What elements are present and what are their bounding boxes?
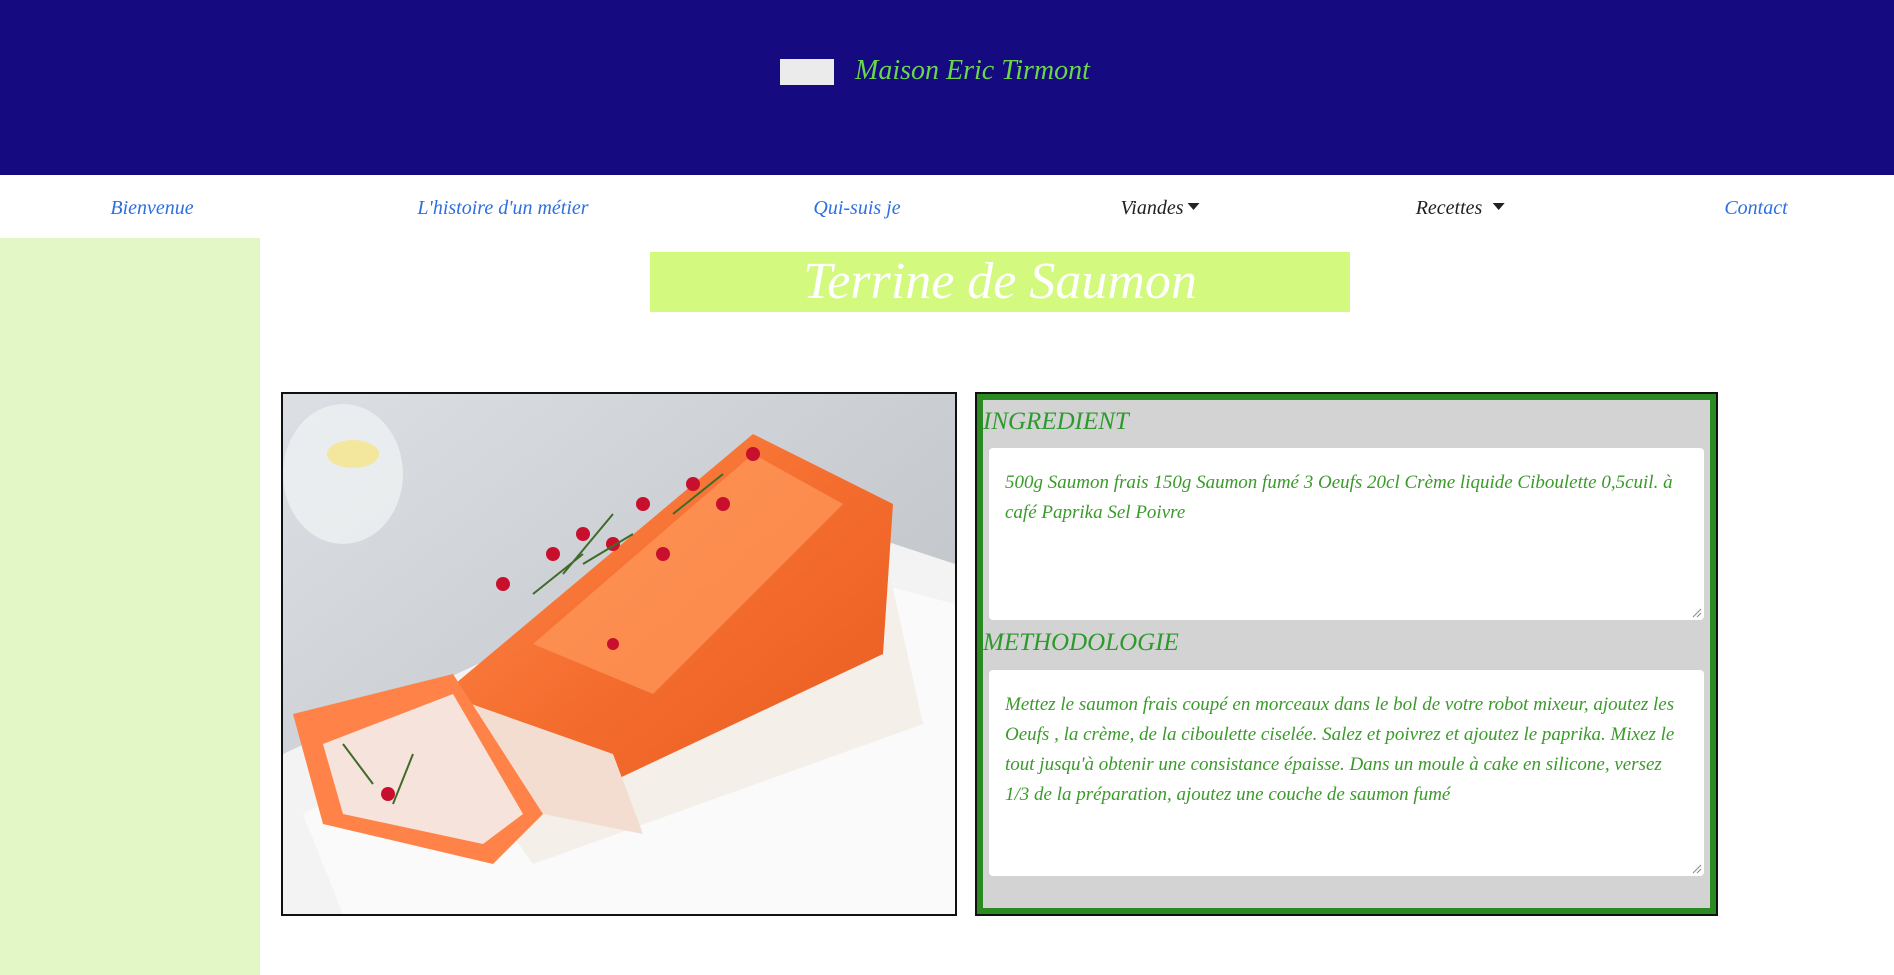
ingredient-label: INGREDIENT [983, 408, 1129, 435]
resize-handle-icon[interactable] [1692, 864, 1702, 874]
page-title: Terrine de Saumon [803, 253, 1197, 310]
page-title-banner: Terrine de Saumon [650, 252, 1350, 312]
main-nav: Bienvenue L'histoire d'un métier Qui-sui… [0, 175, 1894, 238]
salmon-terrine-photo [281, 392, 957, 916]
nav-item-label: Bienvenue [110, 197, 194, 219]
logo-image[interactable] [780, 59, 834, 85]
ingredient-text: 500g Saumon frais 150g Saumon fumé 3 Oeu… [1005, 472, 1673, 523]
nav-item-label: Qui-suis je [813, 197, 901, 219]
methodologie-label: METHODOLOGIE [983, 629, 1179, 656]
methodologie-text: Mettez le saumon frais coupé en morceaux… [1005, 694, 1675, 805]
resize-handle-icon[interactable] [1692, 608, 1702, 618]
nav-item-bienvenue[interactable]: Bienvenue [110, 197, 193, 220]
nav-item-label: Contact [1724, 197, 1788, 219]
ingredient-textarea[interactable]: 500g Saumon frais 150g Saumon fumé 3 Oeu… [989, 448, 1704, 620]
site-title[interactable]: Maison Eric Tirmont [855, 55, 1090, 87]
nav-item-label: L'histoire d'un métier [417, 197, 589, 219]
nav-item-viandes[interactable]: Viandes [1121, 197, 1200, 220]
recipe-panel: INGREDIENT 500g Saumon frais 150g Saumon… [975, 392, 1718, 916]
nav-item-label: Recettes [1415, 197, 1483, 219]
salmon-terrine-illustration [283, 394, 955, 914]
nav-item-contact[interactable]: Contact [1724, 197, 1787, 220]
recipe-panel-inner: INGREDIENT 500g Saumon frais 150g Saumon… [983, 400, 1710, 908]
nav-item-histoire[interactable]: L'histoire d'un métier [417, 197, 588, 220]
caret-down-icon [1187, 202, 1200, 210]
nav-item-qui-suis-je[interactable]: Qui-suis je [813, 197, 900, 220]
site-header: Maison Eric Tirmont [0, 0, 1894, 175]
caret-down-icon [1492, 202, 1505, 210]
left-sidebar [0, 238, 260, 975]
methodologie-textarea[interactable]: Mettez le saumon frais coupé en morceaux… [989, 670, 1704, 876]
nav-item-label: Viandes [1120, 197, 1184, 219]
nav-item-recettes[interactable]: Recettes [1416, 197, 1505, 220]
